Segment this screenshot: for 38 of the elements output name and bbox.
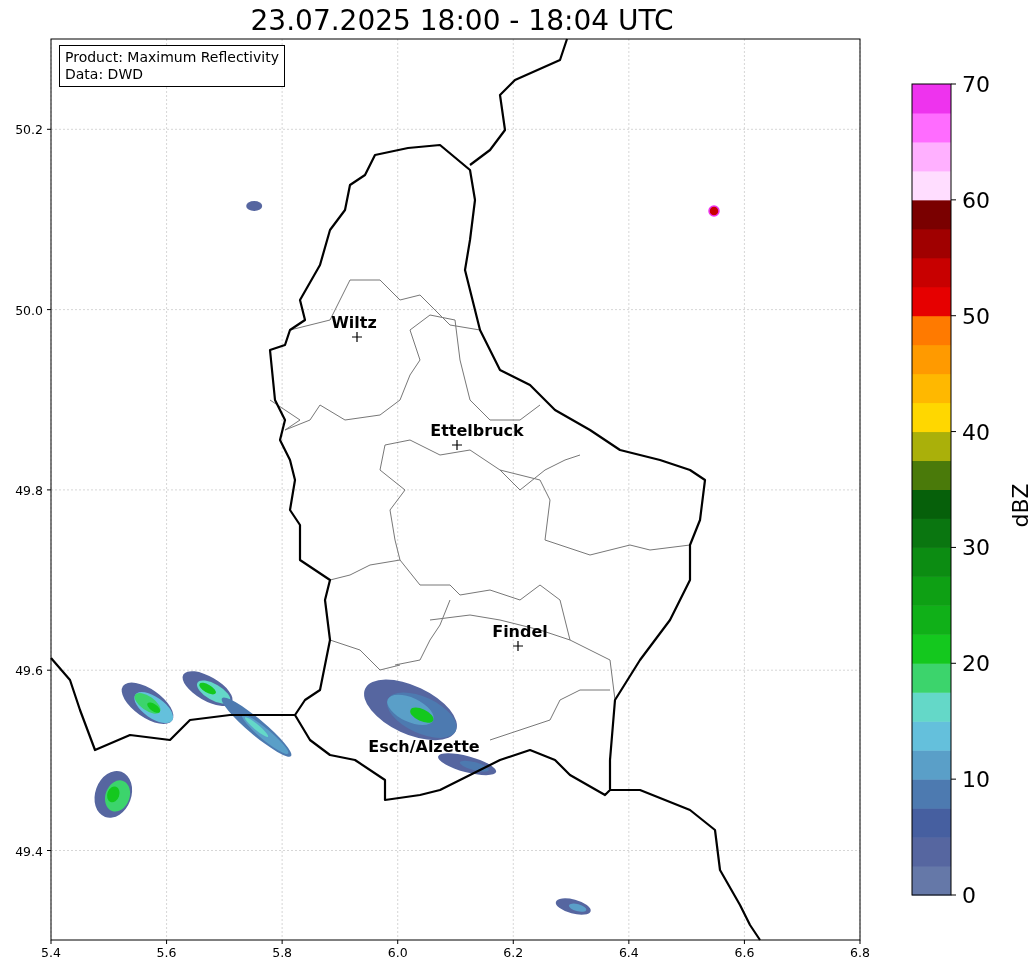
x-tick-label: 6.4 [618,945,639,960]
y-tick-label: 49.6 [15,662,43,678]
x-tick-label: 5.4 [41,945,61,960]
city-label: Esch/Alzette [368,737,480,756]
city-label: Wiltz [331,313,377,332]
radar-echo [438,753,497,776]
y-tick-label: 49.4 [15,843,43,858]
colorbar-tick-label: 50 [962,303,990,329]
city-marker [512,640,524,652]
city-label: Ettelbruck [430,421,524,440]
colorbar-tick-label: 20 [962,650,990,676]
x-tick-label: 5.6 [156,945,177,960]
info-text: Product: Maximum Reflectivity [65,49,279,66]
chart-title: 23.07.2025 18:00 - 18:04 UTC [249,4,675,37]
x-tick-label: 6.6 [734,945,755,960]
radar-echo [246,201,263,211]
radar-echo [121,682,174,724]
y-tick-label: 50.0 [15,302,43,318]
x-tick-label: 6.0 [387,945,408,960]
x-tick-label: 6.8 [850,945,870,960]
colorbar-tick-label: 10 [962,766,990,792]
colorbar-tick-label: 70 [962,71,990,97]
city-marker [351,331,363,343]
colorbar-tick-label: 0 [962,882,976,908]
radar-echo [708,205,720,217]
colorbar-label: dBZ [1007,483,1029,528]
city-marker [451,439,463,451]
colorbar-tick-label: 30 [962,534,990,560]
info-text: Data: DWD [65,66,144,83]
x-tick-label: 5.8 [272,945,293,960]
radar-echo [555,898,591,915]
x-tick-label: 6.2 [503,945,524,960]
colorbar-tick-label: 40 [962,419,990,445]
city-label: Findel [492,622,548,641]
colorbar-tick-label: 60 [962,187,990,213]
y-tick-label: 50.2 [15,121,43,137]
radar-echo [94,771,133,818]
y-tick-label: 49.8 [15,482,43,498]
